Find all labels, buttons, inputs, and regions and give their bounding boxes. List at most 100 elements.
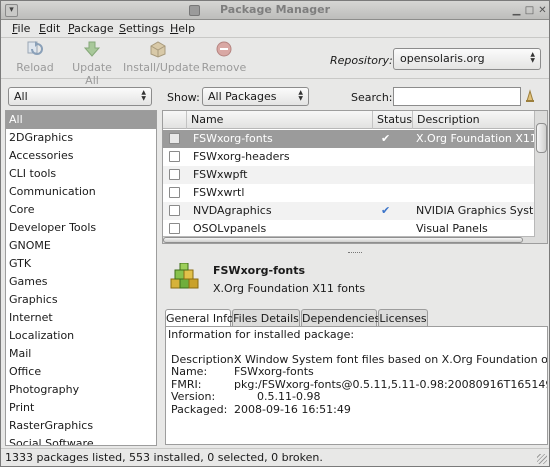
clear-search-icon[interactable] xyxy=(524,89,536,103)
repository-value: opensolaris.org xyxy=(400,52,485,65)
update-all-icon xyxy=(83,41,101,57)
reload-button[interactable]: Reload xyxy=(15,40,55,74)
menu-file[interactable]: File xyxy=(12,22,30,35)
tab-dependencies[interactable]: Dependencies xyxy=(301,309,380,327)
name-label: Name: xyxy=(171,365,208,378)
package-table-hscrollbar[interactable] xyxy=(163,236,535,243)
packaged-label: Packaged: xyxy=(171,403,228,416)
category-item[interactable]: 2DGraphics xyxy=(6,129,156,147)
category-item[interactable]: Games xyxy=(6,273,156,291)
category-item[interactable]: Localization xyxy=(6,327,156,345)
package-checkbox[interactable] xyxy=(169,169,180,180)
package-checkbox[interactable] xyxy=(169,205,180,216)
toolbar: Reload Update All Install/Update Remove … xyxy=(1,38,549,87)
category-item[interactable]: All xyxy=(6,111,156,129)
repository-select[interactable]: opensolaris.org ▲ ▼ xyxy=(393,48,541,70)
menu-package[interactable]: Package xyxy=(68,22,114,35)
package-checkbox[interactable] xyxy=(169,223,180,234)
detail-package-name: FSWxorg-fonts xyxy=(213,264,306,277)
category-item[interactable]: Internet xyxy=(6,309,156,327)
package-name: NVDAgraphics xyxy=(193,204,272,217)
tab-files-details[interactable]: Files Details xyxy=(232,309,300,327)
search-label: Search: xyxy=(351,91,393,104)
package-checkbox[interactable] xyxy=(169,187,180,198)
package-name: OSOLvpanels xyxy=(193,222,267,235)
menu-help[interactable]: Help xyxy=(170,22,195,35)
package-row[interactable]: FSWxorg-headers xyxy=(163,148,535,166)
category-list[interactable]: All 2DGraphics Accessories CLI tools Communi… xyxy=(5,110,157,446)
hscroll-thumb[interactable] xyxy=(163,237,523,243)
update-all-button[interactable]: Update All xyxy=(65,40,119,87)
package-row[interactable]: FSWxorg-fonts ✔ X.Org Foundation X11 fo xyxy=(163,130,535,148)
package-checkbox[interactable] xyxy=(169,151,180,162)
show-label: Show: xyxy=(167,91,200,104)
category-item[interactable]: Mail xyxy=(6,345,156,363)
package-table: Name Status Description FSWxorg-fonts ✔ X.… xyxy=(162,110,548,244)
category-item[interactable]: Social Software xyxy=(6,435,156,445)
packaged-value: 2008-09-16 16:51:49 xyxy=(234,403,351,416)
show-select[interactable]: All Packages ▲ ▼ xyxy=(202,87,309,106)
minimize-icon[interactable]: ▁ xyxy=(511,5,522,16)
package-description: NVIDIA Graphics System xyxy=(416,204,535,217)
package-name: FSWxorg-fonts xyxy=(193,132,273,145)
package-row[interactable]: FSWxwpft xyxy=(163,166,535,184)
install-update-button[interactable]: Install/Update xyxy=(123,40,200,74)
menu-bar: File Edit Package Settings Help xyxy=(1,20,549,38)
package-manager-window: ▾ Package Manager ▁ □ ✕ File Edit Packag… xyxy=(0,0,550,467)
maximize-icon[interactable]: □ xyxy=(524,5,535,16)
detail-package-summary: X.Org Foundation X11 fonts xyxy=(213,282,366,295)
updown-arrow-icon: ▲ ▼ xyxy=(141,89,146,102)
category-filter-value: All xyxy=(14,90,28,103)
category-filter-select[interactable]: All ▲ ▼ xyxy=(8,87,152,106)
category-item[interactable]: Print xyxy=(6,399,156,417)
splitter-grip[interactable] xyxy=(348,252,362,254)
category-item[interactable]: Communication xyxy=(6,183,156,201)
category-item[interactable]: Graphics xyxy=(6,291,156,309)
horizontal-splitter[interactable] xyxy=(162,248,548,258)
menu-settings[interactable]: Settings xyxy=(119,22,164,35)
updown-arrow-icon: ▲ ▼ xyxy=(530,51,535,64)
category-item[interactable]: Core xyxy=(6,201,156,219)
show-value: All Packages xyxy=(208,90,277,103)
remove-icon xyxy=(216,41,232,57)
close-icon[interactable]: ✕ xyxy=(537,5,548,16)
select-column-header[interactable] xyxy=(163,111,187,129)
description-column-header[interactable]: Description xyxy=(413,111,535,129)
category-item[interactable]: RasterGraphics xyxy=(6,417,156,435)
installed-check-icon: ✔ xyxy=(381,132,391,145)
package-checkbox[interactable] xyxy=(169,133,180,144)
package-name: FSWxwpft xyxy=(193,168,248,181)
category-item[interactable]: Developer Tools xyxy=(6,219,156,237)
installed-check-icon: ✔ xyxy=(381,204,391,217)
package-row[interactable]: NVDAgraphics ✔ NVIDIA Graphics System xyxy=(163,202,535,220)
package-icon xyxy=(150,41,166,58)
menu-edit[interactable]: Edit xyxy=(39,22,60,35)
version-value: 0.5.11-0.98 xyxy=(257,390,321,403)
category-item[interactable]: Office xyxy=(6,363,156,381)
category-item[interactable]: GNOME xyxy=(6,237,156,255)
repository-label: Repository: xyxy=(330,54,393,67)
general-info-panel[interactable]: Information for installed package: Descr… xyxy=(165,326,548,445)
vscroll-thumb[interactable] xyxy=(536,123,547,153)
search-input[interactable] xyxy=(393,87,521,106)
tab-licenses[interactable]: Licenses xyxy=(378,309,428,327)
package-table-vscrollbar[interactable] xyxy=(534,111,547,243)
category-item[interactable]: Photography xyxy=(6,381,156,399)
package-name: FSWxwrtl xyxy=(193,186,245,199)
category-item[interactable]: GTK xyxy=(6,255,156,273)
category-item[interactable]: CLI tools xyxy=(6,165,156,183)
version-label: Version: xyxy=(171,390,216,403)
package-name: FSWxorg-headers xyxy=(193,150,290,163)
status-column-header[interactable]: Status xyxy=(373,111,413,129)
title-bar[interactable]: ▾ Package Manager ▁ □ ✕ xyxy=(1,1,549,20)
reload-icon xyxy=(27,41,43,55)
package-description: X.Org Foundation X11 fo xyxy=(416,132,535,145)
package-description: Visual Panels xyxy=(416,222,488,235)
name-column-header[interactable]: Name xyxy=(187,111,373,129)
package-cubes-icon xyxy=(170,263,199,289)
info-heading: Information for installed package: xyxy=(168,328,355,341)
category-item[interactable]: Accessories xyxy=(6,147,156,165)
remove-button[interactable]: Remove xyxy=(201,40,247,74)
resize-grip-icon[interactable] xyxy=(537,454,547,464)
package-row[interactable]: FSWxwrtl xyxy=(163,184,535,202)
